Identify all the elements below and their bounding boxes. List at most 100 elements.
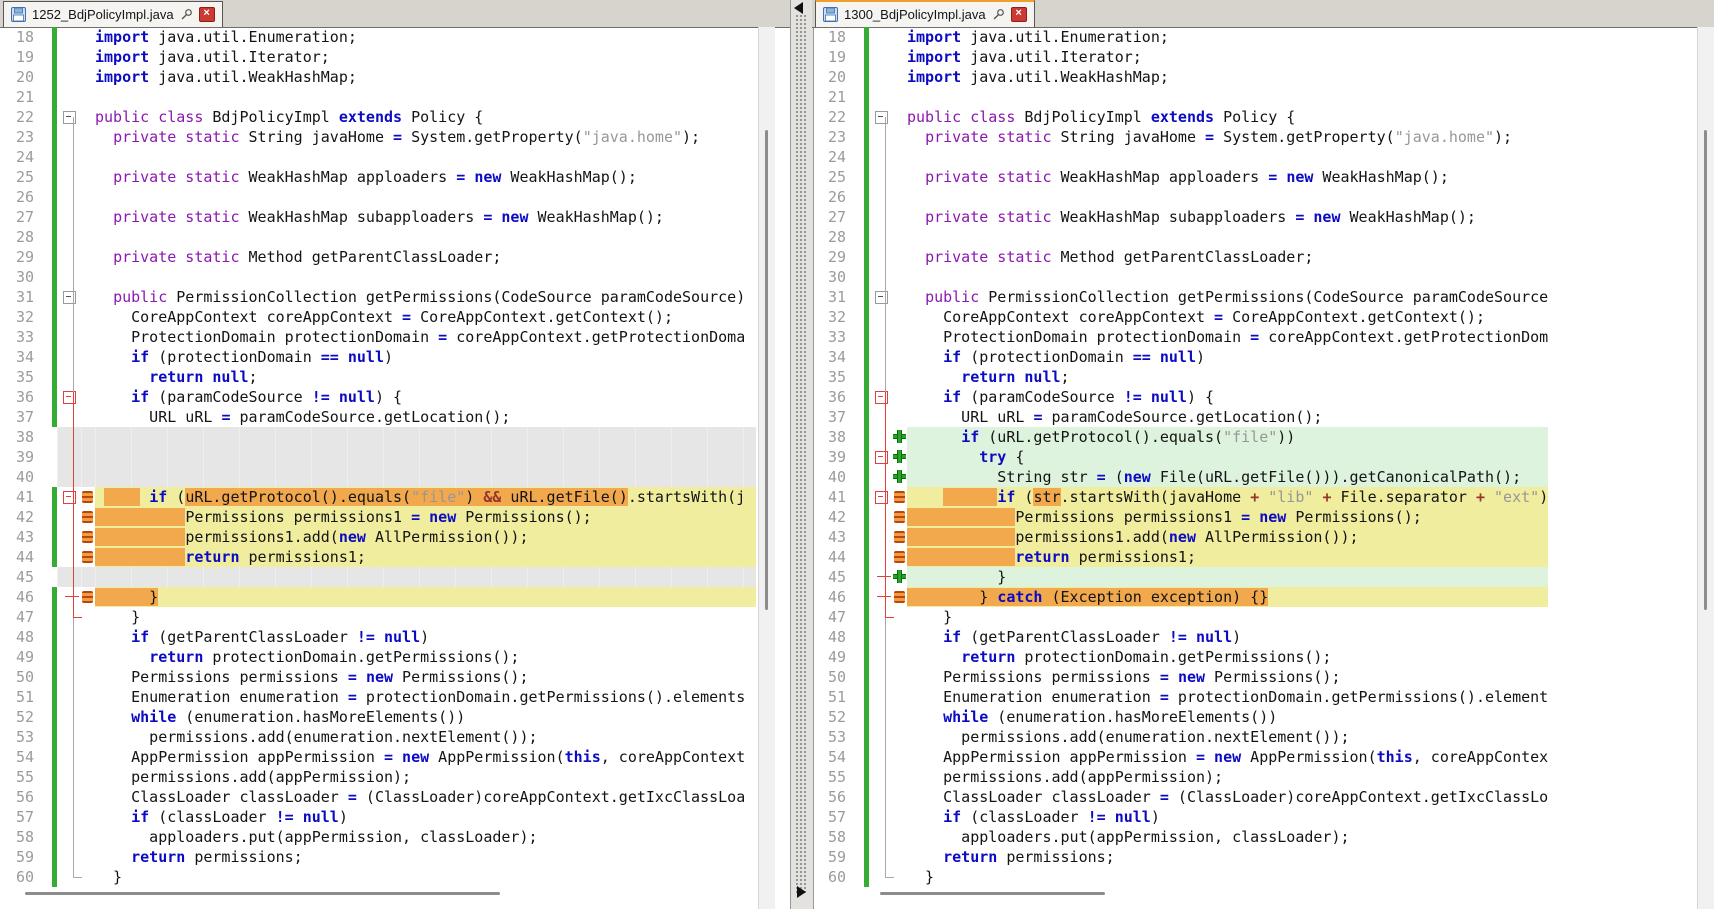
code-line[interactable]: 20import java.util.WeakHashMap; (812, 67, 1548, 87)
code-line[interactable]: 35 return null; (0, 367, 756, 387)
code-line[interactable]: 35 return null; (812, 367, 1548, 387)
vertical-scroll-thumb-left[interactable] (765, 130, 768, 610)
code-line[interactable]: 38 (0, 427, 756, 447)
code-line[interactable]: 29 private static Method getParentClassL… (0, 247, 756, 267)
code-line[interactable]: 45 } (812, 567, 1548, 587)
code-line[interactable]: 46 } (0, 587, 756, 607)
code-line[interactable]: 36 if (paramCodeSource != null) { (0, 387, 756, 407)
code-line[interactable]: 54 AppPermission appPermission = new App… (812, 747, 1548, 767)
code-line[interactable]: 41 if (uRL.getProtocol().equals("file") … (0, 487, 756, 507)
code-line[interactable]: 19import java.util.Iterator; (812, 47, 1548, 67)
code-line[interactable]: 50 Permissions permissions = new Permiss… (0, 667, 756, 687)
code-line[interactable]: 53 permissions.add(enumeration.nextEleme… (0, 727, 756, 747)
code-line[interactable]: 54 AppPermission appPermission = new App… (0, 747, 756, 767)
diff-fold-toggle-icon[interactable] (875, 451, 888, 464)
code-line[interactable]: 49 return protectionDomain.getPermission… (0, 647, 756, 667)
code-line[interactable]: 21 (0, 87, 756, 107)
code-line[interactable]: 34 if (protectionDomain == null) (812, 347, 1548, 367)
code-line[interactable]: 31 public PermissionCollection getPermis… (0, 287, 756, 307)
code-line[interactable]: 55 permissions.add(appPermission); (812, 767, 1548, 787)
code-line[interactable]: 55 permissions.add(appPermission); (0, 767, 756, 787)
splitter-grip-icon[interactable] (795, 14, 808, 895)
code-line[interactable]: 57 if (classLoader != null) (812, 807, 1548, 827)
code-line[interactable]: 23 private static String javaHome = Syst… (812, 127, 1548, 147)
code-line[interactable]: 52 while (enumeration.hasMoreElements()) (0, 707, 756, 727)
horizontal-scroll-thumb-right[interactable] (880, 892, 1105, 895)
code-line[interactable]: 32 CoreAppContext coreAppContext = CoreA… (0, 307, 756, 327)
code-line[interactable]: 31 public PermissionCollection getPermis… (812, 287, 1548, 307)
code-line[interactable]: 59 return permissions; (0, 847, 756, 867)
code-line[interactable]: 56 ClassLoader classLoader = (ClassLoade… (812, 787, 1548, 807)
vertical-scrollbar-left[interactable] (758, 27, 775, 909)
collapse-left-arrow-icon[interactable] (794, 2, 803, 14)
code-line[interactable]: 60 } (0, 867, 756, 887)
code-line[interactable]: 49 return protectionDomain.getPermission… (812, 647, 1548, 667)
code-line[interactable]: 42 Permissions permissions1 = new Permis… (0, 507, 756, 527)
code-line[interactable]: 40 String str = (new File(uRL.getFile())… (812, 467, 1548, 487)
code-line[interactable]: 43 permissions1.add(new AllPermission())… (0, 527, 756, 547)
code-line[interactable]: 59 return permissions; (812, 847, 1548, 867)
pin-icon[interactable] (992, 8, 1005, 21)
code-line[interactable]: 33 ProtectionDomain protectionDomain = c… (0, 327, 756, 347)
code-line[interactable]: 44 return permissions1; (812, 547, 1548, 567)
code-line[interactable]: 27 private static WeakHashMap subappload… (0, 207, 756, 227)
code-line[interactable]: 18import java.util.Enumeration; (812, 27, 1548, 47)
code-line[interactable]: 30 (812, 267, 1548, 287)
code-line[interactable]: 23 private static String javaHome = Syst… (0, 127, 756, 147)
code-line[interactable]: 43 permissions1.add(new AllPermission())… (812, 527, 1548, 547)
code-line[interactable]: 29 private static Method getParentClassL… (812, 247, 1548, 267)
diff-fold-toggle-icon[interactable] (63, 491, 76, 504)
code-line[interactable]: 44 return permissions1; (0, 547, 756, 567)
code-line[interactable]: 26 (812, 187, 1548, 207)
code-line[interactable]: 21 (812, 87, 1548, 107)
code-line[interactable]: 47 } (0, 607, 756, 627)
code-line[interactable]: 25 private static WeakHashMap apploaders… (0, 167, 756, 187)
diff-fold-toggle-icon[interactable] (63, 391, 76, 404)
tab-left-file[interactable]: 1252_BdjPolicyImpl.java × (3, 1, 223, 27)
code-line[interactable]: 57 if (classLoader != null) (0, 807, 756, 827)
code-line[interactable]: 39 try { (812, 447, 1548, 467)
diff-fold-toggle-icon[interactable] (875, 391, 888, 404)
code-line[interactable]: 20import java.util.WeakHashMap; (0, 67, 756, 87)
code-line[interactable]: 40 (0, 467, 756, 487)
code-editor-left[interactable]: 18import java.util.Enumeration;19import … (0, 27, 756, 887)
horizontal-scroll-thumb-left[interactable] (25, 892, 500, 895)
code-line[interactable]: 34 if (protectionDomain == null) (0, 347, 756, 367)
code-line[interactable]: 58 apploaders.put(appPermission, classLo… (0, 827, 756, 847)
code-line[interactable]: 52 while (enumeration.hasMoreElements()) (812, 707, 1548, 727)
code-line[interactable]: 48 if (getParentClassLoader != null) (0, 627, 756, 647)
code-line[interactable]: 58 apploaders.put(appPermission, classLo… (812, 827, 1548, 847)
fold-toggle-icon[interactable] (63, 291, 76, 304)
code-line[interactable]: 46 } catch (Exception exception) {} (812, 587, 1548, 607)
collapse-right-arrow-icon[interactable] (797, 886, 806, 898)
code-line[interactable]: 42 Permissions permissions1 = new Permis… (812, 507, 1548, 527)
code-line[interactable]: 25 private static WeakHashMap apploaders… (812, 167, 1548, 187)
diff-splitter[interactable] (790, 0, 814, 909)
code-line[interactable]: 45 (0, 567, 756, 587)
code-line[interactable]: 41 if (str.startsWith(javaHome + "lib" +… (812, 487, 1548, 507)
code-line[interactable]: 39 (0, 447, 756, 467)
code-line[interactable]: 22public class BdjPolicyImpl extends Pol… (0, 107, 756, 127)
close-icon[interactable]: × (1011, 7, 1027, 22)
code-line[interactable]: 36 if (paramCodeSource != null) { (812, 387, 1548, 407)
code-line[interactable]: 28 (812, 227, 1548, 247)
code-line[interactable]: 24 (812, 147, 1548, 167)
fold-toggle-icon[interactable] (875, 291, 888, 304)
fold-toggle-icon[interactable] (875, 111, 888, 124)
code-line[interactable]: 26 (0, 187, 756, 207)
code-line[interactable]: 18import java.util.Enumeration; (0, 27, 756, 47)
code-editor-right[interactable]: 18import java.util.Enumeration;19import … (812, 27, 1548, 887)
tab-right-file[interactable]: 1300_BdjPolicyImpl.java × (815, 0, 1035, 27)
vertical-scroll-thumb-right[interactable] (1704, 130, 1707, 610)
code-line[interactable]: 51 Enumeration enumeration = protectionD… (812, 687, 1548, 707)
code-line[interactable]: 50 Permissions permissions = new Permiss… (812, 667, 1548, 687)
code-line[interactable]: 32 CoreAppContext coreAppContext = CoreA… (812, 307, 1548, 327)
code-line[interactable]: 37 URL uRL = paramCodeSource.getLocation… (0, 407, 756, 427)
pin-icon[interactable] (180, 8, 193, 21)
code-line[interactable]: 51 Enumeration enumeration = protectionD… (0, 687, 756, 707)
code-line[interactable]: 33 ProtectionDomain protectionDomain = c… (812, 327, 1548, 347)
fold-toggle-icon[interactable] (63, 111, 76, 124)
code-line[interactable]: 53 permissions.add(enumeration.nextEleme… (812, 727, 1548, 747)
code-line[interactable]: 28 (0, 227, 756, 247)
code-line[interactable]: 27 private static WeakHashMap subappload… (812, 207, 1548, 227)
